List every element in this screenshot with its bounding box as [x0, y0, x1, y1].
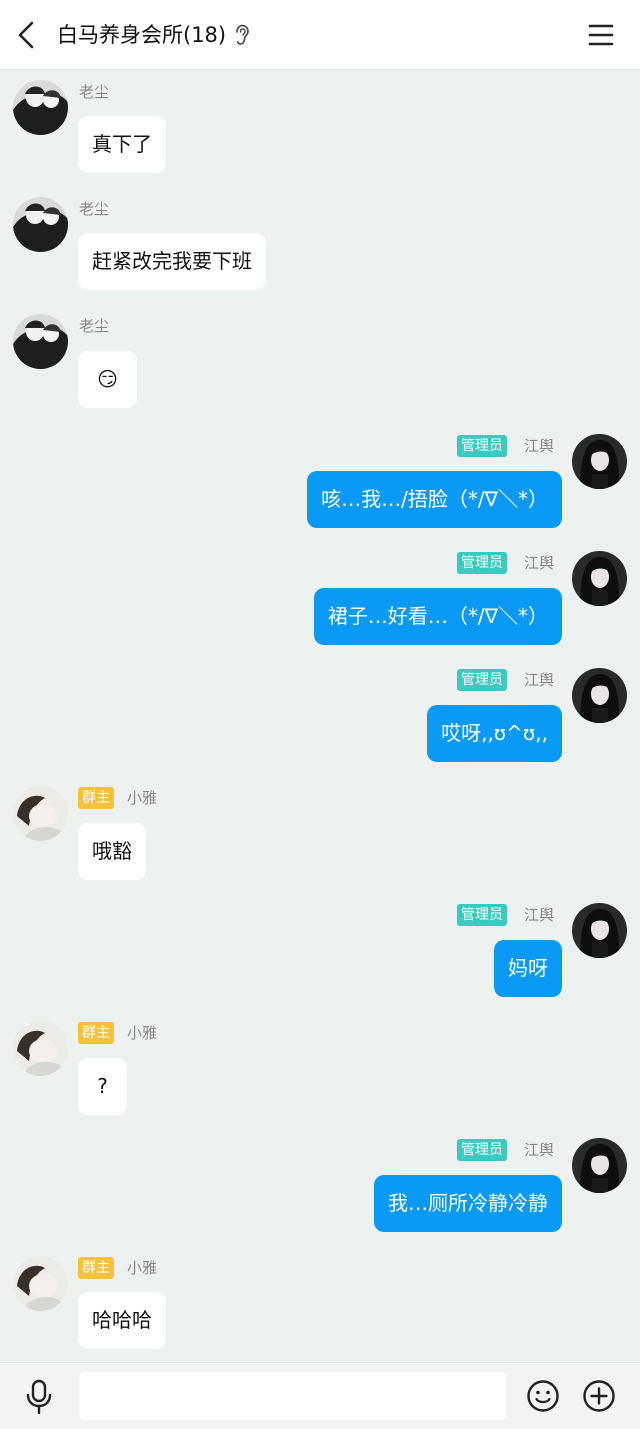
- avatar[interactable]: [13, 1256, 68, 1311]
- message-bubble[interactable]: 裙子…好看…（*/∇＼*）: [313, 588, 562, 645]
- sender-name: 江舆: [524, 906, 555, 924]
- avatar[interactable]: [13, 197, 68, 252]
- avatar[interactable]: [13, 1021, 68, 1076]
- avatar[interactable]: [572, 903, 627, 958]
- admin-badge: 管理员: [457, 435, 507, 457]
- mic-icon: [26, 1379, 52, 1415]
- sender-name: 江舆: [524, 437, 555, 455]
- message-input[interactable]: [79, 1372, 506, 1420]
- message-bubble[interactable]: 😏: [78, 351, 137, 408]
- sender-name: 小雅: [127, 789, 158, 807]
- admin-badge: 管理员: [457, 552, 507, 574]
- smile-icon: [527, 1380, 559, 1412]
- chevron-left-icon: [18, 21, 34, 49]
- sender-name: 江舆: [524, 1141, 555, 1159]
- message-bubble[interactable]: 哈哈哈: [78, 1292, 166, 1349]
- message-bubble[interactable]: 我…厕所冷静冷静: [374, 1175, 562, 1232]
- avatar[interactable]: [572, 551, 627, 606]
- message-bubble[interactable]: 妈呀: [494, 940, 562, 997]
- owner-badge: 群主: [78, 787, 114, 809]
- chat-title[interactable]: 白马养身会所(18): [57, 20, 226, 50]
- back-button[interactable]: [14, 20, 40, 50]
- sender-name: 老尘: [79, 83, 110, 101]
- avatar[interactable]: [13, 80, 68, 135]
- owner-badge: 群主: [78, 1257, 114, 1279]
- message-bubble[interactable]: 哦豁: [78, 823, 146, 880]
- sender-name: 老尘: [79, 200, 110, 218]
- more-button[interactable]: [582, 1379, 616, 1413]
- owner-badge: 群主: [78, 1022, 114, 1044]
- message-bubble[interactable]: 真下了: [78, 116, 166, 173]
- menu-icon: [588, 24, 614, 46]
- sender-name: 小雅: [127, 1024, 158, 1042]
- avatar[interactable]: [13, 786, 68, 841]
- sender-name: 江舆: [524, 554, 555, 572]
- emoji-button[interactable]: [526, 1379, 560, 1413]
- sender-name: 小雅: [127, 1259, 158, 1277]
- message-bubble[interactable]: 咳…我…/捂脸（*/∇＼*）: [307, 471, 562, 528]
- menu-button[interactable]: [588, 22, 614, 48]
- avatar[interactable]: [572, 1138, 627, 1193]
- voice-button[interactable]: [24, 1379, 54, 1415]
- message-bubble[interactable]: 赶紧改完我要下班: [78, 233, 266, 290]
- admin-badge: 管理员: [457, 904, 507, 926]
- sender-name: 老尘: [79, 317, 110, 335]
- plus-circle-icon: [583, 1380, 615, 1412]
- message-bubble[interactable]: 哎呀,,ʊ^ʊ,,: [427, 705, 562, 762]
- admin-badge: 管理员: [457, 669, 507, 691]
- message-bubble[interactable]: ?: [78, 1058, 127, 1115]
- avatar[interactable]: [572, 668, 627, 723]
- avatar[interactable]: [572, 434, 627, 489]
- avatar[interactable]: [13, 314, 68, 369]
- chat-header: 白马养身会所(18): [0, 0, 640, 70]
- input-bar: [0, 1362, 640, 1429]
- admin-badge: 管理员: [457, 1139, 507, 1161]
- ear-icon: [233, 24, 251, 46]
- sender-name: 江舆: [524, 671, 555, 689]
